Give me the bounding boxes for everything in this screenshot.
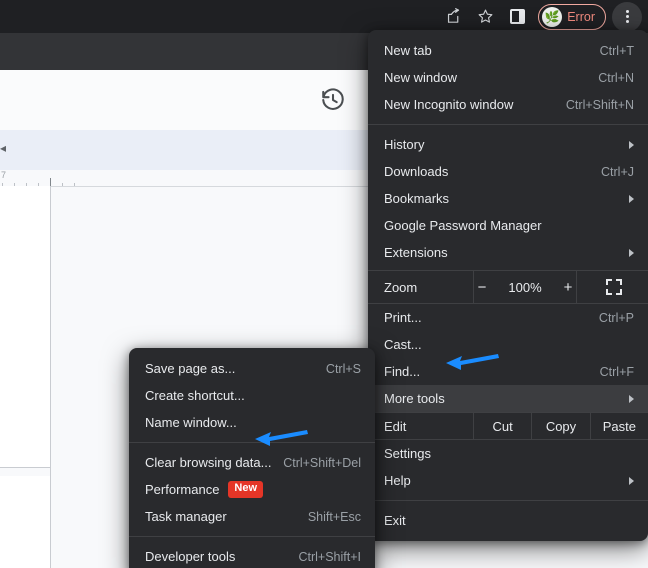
submenu-item-performance[interactable]: Performance New (129, 476, 375, 503)
menu-item-exit[interactable]: Exit (368, 507, 648, 534)
chevron-right-icon (629, 140, 634, 149)
menu-item-shortcut: Shift+Esc (307, 509, 361, 524)
menu-item-settings[interactable]: Settings (368, 440, 648, 467)
menu-item-shortcut: Ctrl+J (601, 164, 634, 179)
menu-item-shortcut: Ctrl+P (598, 310, 634, 325)
menu-item-find[interactable]: Find... Ctrl+F (368, 358, 648, 385)
menu-item-label: Help (384, 473, 411, 488)
fullscreen-button[interactable] (577, 271, 648, 303)
menu-item-more-tools[interactable]: More tools (368, 385, 648, 412)
menu-separator (368, 124, 648, 125)
submenu-item-create-shortcut[interactable]: Create shortcut... (129, 382, 375, 409)
chevron-right-icon (629, 194, 634, 203)
more-tools-submenu[interactable]: Save page as... Ctrl+S Create shortcut..… (129, 348, 375, 568)
menu-item-label: Name window... (145, 415, 237, 430)
chrome-main-menu[interactable]: New tab Ctrl+T New window Ctrl+N New Inc… (368, 30, 648, 541)
zoom-label: Zoom (384, 279, 418, 295)
menu-item-help[interactable]: Help (368, 467, 648, 494)
menu-item-label: Cast... (384, 337, 422, 352)
menu-separator (129, 442, 375, 443)
menu-item-label: Bookmarks (384, 191, 450, 206)
chevron-right-icon (629, 248, 634, 257)
menu-item-label: New window (384, 70, 457, 85)
zoom-out-button[interactable]: − (474, 279, 490, 296)
menu-item-label: Settings (384, 446, 431, 461)
zoom-row: Zoom − 100% + (368, 270, 648, 304)
zoom-in-button[interactable]: + (560, 279, 576, 296)
menu-item-print[interactable]: Print... Ctrl+P (368, 304, 648, 331)
fullscreen-icon (606, 279, 622, 295)
paste-button[interactable]: Paste (589, 413, 648, 439)
menu-item-label: History (384, 137, 425, 152)
menu-item-new-incognito-window[interactable]: New Incognito window Ctrl+Shift+N (368, 91, 648, 118)
menu-item-new-tab[interactable]: New tab Ctrl+T (368, 37, 648, 64)
menu-item-label: Save page as... (145, 361, 236, 376)
profile-status-label: Error (567, 9, 595, 24)
menu-item-label: Find... (384, 364, 421, 379)
menu-item-label: Exit (384, 513, 406, 528)
plant-avatar: 🌿 (542, 6, 563, 27)
menu-item-history[interactable]: History (368, 131, 648, 158)
share-icon[interactable] (438, 2, 468, 32)
menu-item-google-password-manager[interactable]: Google Password Manager (368, 212, 648, 239)
zoom-controls: − 100% + (473, 271, 577, 303)
menu-item-shortcut: Ctrl+N (598, 70, 634, 85)
document-page (0, 476, 51, 568)
side-panel-glyph (509, 9, 525, 24)
menu-item-label: Clear browsing data... (145, 455, 272, 470)
chevron-right-icon (629, 476, 634, 485)
menu-item-label: Google Password Manager (384, 218, 542, 233)
menu-item-bookmarks[interactable]: Bookmarks (368, 185, 648, 212)
browser-tab-strip: 🌿 Error (0, 0, 648, 33)
menu-item-shortcut: Ctrl+T (599, 43, 634, 58)
submenu-item-task-manager[interactable]: Task manager Shift+Esc (129, 503, 375, 530)
three-dot-menu-button[interactable] (612, 1, 642, 32)
submenu-item-developer-tools[interactable]: Developer tools Ctrl+Shift+I (129, 543, 375, 568)
submenu-item-name-window[interactable]: Name window... (129, 409, 375, 436)
zoom-percent-value: 100% (508, 279, 542, 295)
menu-item-label: Create shortcut... (145, 388, 245, 403)
menu-item-label: Print... (384, 310, 422, 325)
new-badge: New (228, 481, 264, 498)
menu-item-label: More tools (384, 391, 445, 406)
copy-button[interactable]: Copy (531, 413, 589, 439)
bookmark-star-icon[interactable] (470, 2, 500, 32)
edit-label: Edit (384, 418, 407, 434)
band-marker-icon: ◂ (0, 141, 7, 155)
menu-item-label: New tab (384, 43, 432, 58)
side-panel-icon[interactable] (502, 2, 532, 32)
menu-item-label: Performance (145, 482, 220, 497)
screenshot-root: 🌿 Error ◂ 7 New tab Ctrl+T New window Ct… (0, 0, 648, 568)
chevron-right-icon (629, 394, 634, 403)
menu-separator (368, 500, 648, 501)
menu-item-shortcut: Ctrl+S (325, 361, 361, 376)
submenu-item-save-page-as[interactable]: Save page as... Ctrl+S (129, 355, 375, 382)
edit-row: Edit Cut Copy Paste (368, 412, 648, 440)
document-page (0, 186, 51, 468)
submenu-item-clear-browsing-data[interactable]: Clear browsing data... Ctrl+Shift+Del (129, 449, 375, 476)
menu-item-shortcut: Ctrl+Shift+Del (283, 455, 361, 470)
menu-separator (129, 536, 375, 537)
menu-item-shortcut: Ctrl+Shift+I (298, 549, 361, 564)
browser-toolbar-icons: 🌿 Error (438, 0, 642, 33)
menu-item-new-window[interactable]: New window Ctrl+N (368, 64, 648, 91)
menu-item-extensions[interactable]: Extensions (368, 239, 648, 266)
profile-chip[interactable]: 🌿 Error (538, 3, 606, 30)
menu-item-label: New Incognito window (384, 97, 514, 112)
menu-item-label: Downloads (384, 164, 449, 179)
version-history-icon[interactable] (320, 87, 346, 113)
menu-item-shortcut: Ctrl+Shift+N (565, 97, 634, 112)
cut-button[interactable]: Cut (473, 413, 531, 439)
menu-item-label: Developer tools (145, 549, 236, 564)
menu-item-shortcut: Ctrl+F (599, 364, 634, 379)
ruler-number: 7 (1, 170, 7, 180)
menu-item-label: Task manager (145, 509, 227, 524)
menu-item-label: Extensions (384, 245, 448, 260)
menu-item-downloads[interactable]: Downloads Ctrl+J (368, 158, 648, 185)
menu-item-cast[interactable]: Cast... (368, 331, 648, 358)
page-edge-line (50, 186, 51, 568)
